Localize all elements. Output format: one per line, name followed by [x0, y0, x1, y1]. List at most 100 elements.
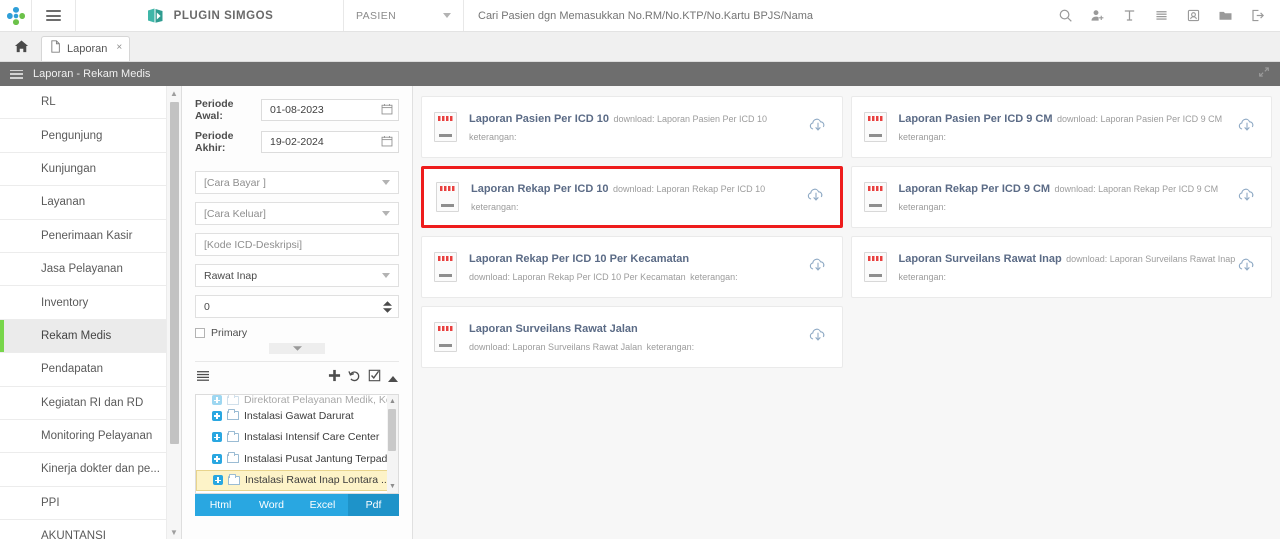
logout-icon[interactable] [1242, 0, 1272, 32]
format-pdf-button[interactable]: Pdf [348, 494, 399, 516]
cara-bayar-select[interactable]: [Cara Bayar ] [195, 171, 399, 194]
plus-icon[interactable] [328, 369, 341, 387]
tree-row[interactable]: Direktorat Pelayanan Medik, Kep... [196, 395, 398, 405]
sidebar-item-layanan[interactable]: Layanan [0, 186, 181, 220]
periode-awal-field[interactable]: 01-08-2023 [261, 99, 399, 121]
cloud-download-icon[interactable] [1237, 185, 1257, 210]
id-card-icon[interactable] [1178, 0, 1208, 32]
primary-checkbox[interactable]: Primary [195, 327, 399, 339]
checkbox-box[interactable] [195, 328, 205, 338]
tree-row-selected[interactable]: Instalasi Rawat Inap Lontara ... [196, 469, 398, 491]
sidebar-item-kinerja-dokter[interactable]: Kinerja dokter dan pe... [0, 453, 181, 487]
report-card-rekap-per-icd-9-cm[interactable]: Laporan Rekap Per ICD 9 CM download: Lap… [850, 166, 1272, 228]
chevron-down-icon [443, 13, 451, 18]
sidebar-item-akuntansi[interactable]: AKUNTANSI [0, 520, 181, 539]
calendar-icon[interactable] [381, 135, 393, 150]
tree-row[interactable]: Instalasi Intensif Care Center [196, 427, 398, 449]
report-card-surveilans-rawat-inap[interactable]: Laporan Surveilans Rawat Inap download: … [850, 236, 1272, 298]
cloud-download-icon[interactable] [808, 255, 828, 280]
home-icon[interactable] [6, 31, 36, 61]
expand-node-icon[interactable] [213, 475, 223, 485]
cloud-download-icon[interactable] [808, 115, 828, 140]
sidebar-item-inventory[interactable]: Inventory [0, 286, 181, 320]
jenis-layanan-select[interactable]: Rawat Inap [195, 264, 399, 287]
expand-node-icon[interactable] [212, 432, 222, 443]
report-card-pasien-per-icd-10[interactable]: Laporan Pasien Per ICD 10 download: Lapo… [421, 96, 843, 158]
close-icon[interactable]: × [116, 42, 122, 53]
search-icon[interactable] [1050, 0, 1080, 32]
sidebar-item-penerimaan-kasir[interactable]: Penerimaan Kasir [0, 220, 181, 253]
simgos-logo-icon [5, 5, 27, 27]
spinner-arrows-icon[interactable] [383, 300, 392, 313]
report-card-text: Laporan Pasien Per ICD 10 download: Lapo… [469, 109, 808, 145]
quantity-stepper[interactable]: 0 [195, 295, 399, 318]
sidebar-item-pendapatan[interactable]: Pendapatan [0, 353, 181, 387]
undo-icon[interactable] [348, 369, 361, 387]
list-icon[interactable] [1146, 0, 1176, 32]
tree-row-label: Instalasi Gawat Darurat [244, 409, 354, 422]
text-tool-icon[interactable] [1114, 0, 1144, 32]
format-word-button[interactable]: Word [246, 494, 297, 516]
format-excel-button[interactable]: Excel [297, 494, 348, 516]
expand-node-icon[interactable] [212, 453, 222, 464]
cloud-download-icon[interactable] [1237, 255, 1257, 280]
cloud-download-icon[interactable] [806, 185, 826, 210]
tree-row[interactable]: Instalasi Rawat Inap Lontara 2 [196, 491, 398, 494]
chevron-down-icon [382, 273, 390, 278]
tab-laporan[interactable]: Laporan × [41, 36, 131, 61]
periode-akhir-field[interactable]: 19-02-2024 [261, 131, 399, 153]
cloud-download-icon[interactable] [808, 325, 828, 350]
scrollbar-thumb[interactable] [170, 102, 179, 444]
tree-row[interactable]: Instalasi Pusat Jantung Terpadu [196, 448, 398, 470]
format-html-button[interactable]: Html [195, 494, 246, 516]
cara-bayar-placeholder: [Cara Bayar ] [204, 176, 266, 189]
unit-tree[interactable]: Direktorat Pelayanan Medik, Kep... Insta… [195, 394, 399, 494]
list-icon[interactable] [196, 369, 210, 387]
report-grid: Laporan Pasien Per ICD 10 download: Lapo… [421, 96, 1272, 368]
report-card-pasien-per-icd-9-cm[interactable]: Laporan Pasien Per ICD 9 CM download: La… [850, 96, 1272, 158]
expand-node-icon[interactable] [212, 395, 222, 405]
check-square-icon[interactable] [368, 369, 381, 387]
scroll-down-icon[interactable]: ▼ [167, 525, 181, 539]
sidebar-scrollbar[interactable]: ▲ ▼ [166, 86, 181, 539]
calendar-icon[interactable] [381, 103, 393, 118]
tree-toolbar-left [196, 369, 210, 387]
app-logo[interactable] [0, 0, 32, 31]
kode-icd-input[interactable]: [Kode ICD-Deskripsi] [195, 233, 399, 256]
sidebar-item-pengunjung[interactable]: Pengunjung [0, 119, 181, 153]
tree-row-label: Direktorat Pelayanan Medik, Kep... [244, 395, 398, 405]
global-search[interactable] [464, 0, 1050, 31]
folder-icon[interactable] [1210, 0, 1240, 32]
sidebar-item-monitoring-pelayanan[interactable]: Monitoring Pelayanan [0, 420, 181, 454]
cloud-download-icon[interactable] [1237, 115, 1257, 140]
sidebar-item-label: Kegiatan RI dan RD [41, 396, 144, 409]
report-card-rekap-per-icd-10-per-kecamatan[interactable]: Laporan Rekap Per ICD 10 Per Kecamatan d… [421, 236, 843, 298]
panel-collapse-button[interactable] [269, 343, 325, 354]
scroll-up-icon[interactable]: ▲ [387, 395, 398, 408]
scroll-down-icon[interactable]: ▼ [387, 480, 398, 493]
sidebar-item-jasa-pelayanan[interactable]: Jasa Pelayanan [0, 253, 181, 287]
chevron-down-icon [292, 346, 302, 351]
hamburger-icon[interactable] [10, 69, 23, 79]
sidebar-list: RL Pengunjung Kunjungan Layanan Penerima… [0, 86, 181, 539]
report-card-surveilans-rawat-jalan[interactable]: Laporan Surveilans Rawat Jalan download:… [421, 306, 843, 368]
sidebar-item-kegiatan-ri-dan-rd[interactable]: Kegiatan RI dan RD [0, 387, 181, 420]
scrollbar-thumb[interactable] [388, 409, 396, 451]
sidebar-item-rl[interactable]: RL [0, 86, 181, 120]
sidebar-item-kunjungan[interactable]: Kunjungan [0, 153, 181, 187]
expand-icon[interactable] [1258, 65, 1270, 83]
module-selector[interactable]: PASIEN [344, 0, 464, 31]
scroll-up-icon[interactable]: ▲ [167, 86, 181, 100]
main-menu-button[interactable] [32, 0, 76, 31]
search-input[interactable] [478, 9, 1036, 22]
sidebar-item-label: Jasa Pelayanan [41, 263, 123, 276]
cara-keluar-select[interactable]: [Cara Keluar] [195, 202, 399, 225]
report-card-rekap-per-icd-10[interactable]: Laporan Rekap Per ICD 10 download: Lapor… [421, 166, 843, 228]
expand-node-icon[interactable] [212, 410, 222, 421]
tree-row[interactable]: Instalasi Gawat Darurat [196, 405, 398, 427]
sidebar-item-rekam-medis[interactable]: Rekam Medis [0, 319, 181, 354]
tree-scrollbar[interactable]: ▲ ▼ [387, 395, 398, 493]
user-add-icon[interactable] [1082, 0, 1112, 32]
sidebar-item-ppi[interactable]: PPI [0, 487, 181, 521]
chevron-up-icon[interactable] [388, 369, 398, 387]
